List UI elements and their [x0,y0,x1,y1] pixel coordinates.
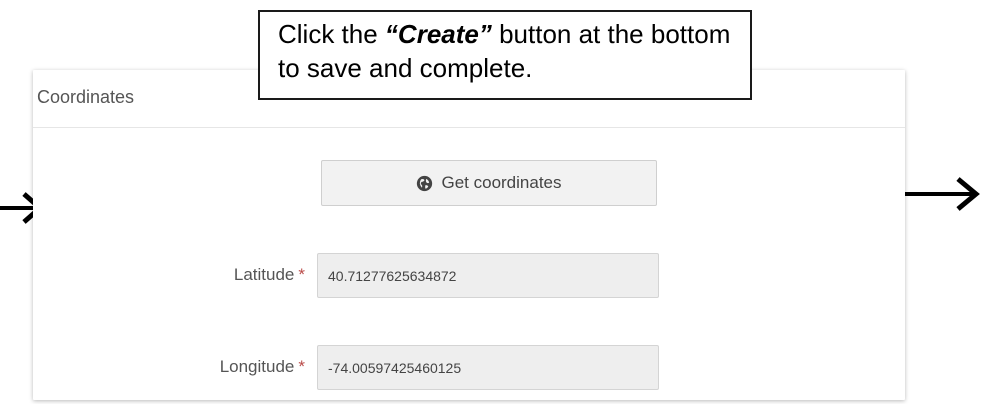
callout-text-pre: Click the [278,19,385,49]
panel-title: Coordinates [37,87,135,107]
globe-icon [417,175,433,191]
longitude-label: Longitude * [220,357,305,377]
latitude-required-marker: * [298,265,305,284]
instruction-callout: Click the “Create” button at the bottom … [258,10,752,100]
longitude-required-marker: * [298,357,305,376]
latitude-label: Latitude * [234,265,305,285]
get-coordinates-label: Get coordinates [441,173,562,192]
longitude-input[interactable] [317,345,659,390]
get-coordinates-button[interactable]: Get coordinates [321,160,657,206]
callout-create-emphasis: “Create” [384,19,492,49]
latitude-label-text: Latitude [233,265,295,284]
coordinates-panel: Coordinates Get coordinates Latitude* Lo… [33,70,905,400]
latitude-input[interactable] [317,253,659,298]
longitude-label-text: Longitude [219,357,295,376]
